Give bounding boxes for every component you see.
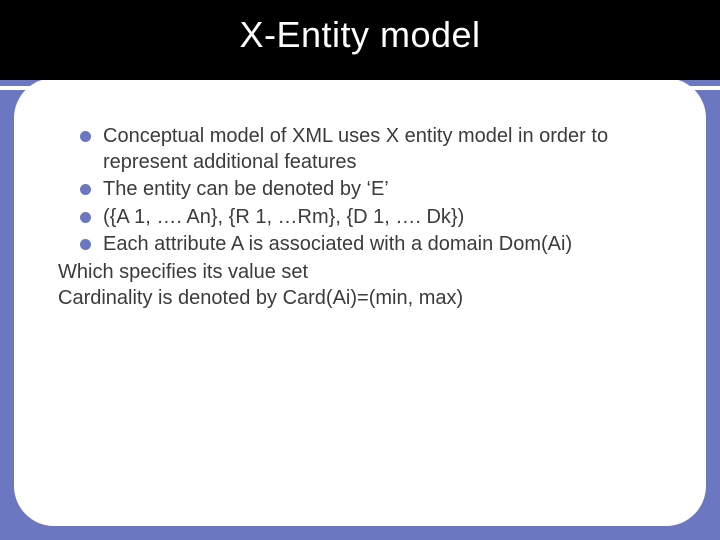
bullet-text: Each attribute A is associated with a do…	[103, 232, 662, 258]
body-text: Cardinality is denoted by Card(Ai)=(min,…	[58, 286, 662, 312]
bullet-icon	[80, 131, 91, 142]
list-item: The entity can be denoted by ‘E’	[58, 177, 662, 203]
divider	[0, 86, 720, 90]
slide: Conceptual model of XML uses X entity mo…	[0, 0, 720, 540]
bullet-text: ({A 1, …. An}, {R 1, …Rm}, {D 1, …. Dk})	[103, 205, 662, 231]
content: Conceptual model of XML uses X entity mo…	[58, 124, 662, 311]
list-item: Each attribute A is associated with a do…	[58, 232, 662, 258]
bullet-icon	[80, 239, 91, 250]
divider	[0, 78, 720, 80]
list-item: Conceptual model of XML uses X entity mo…	[58, 124, 662, 175]
page-title: X-Entity model	[0, 14, 720, 56]
body-text: Which specifies its value set	[58, 260, 662, 286]
bullet-icon	[80, 212, 91, 223]
content-box: Conceptual model of XML uses X entity mo…	[14, 78, 706, 526]
bullet-icon	[80, 184, 91, 195]
list-item: ({A 1, …. An}, {R 1, …Rm}, {D 1, …. Dk})	[58, 205, 662, 231]
bullet-text: Conceptual model of XML uses X entity mo…	[103, 124, 662, 175]
bullet-text: The entity can be denoted by ‘E’	[103, 177, 662, 203]
